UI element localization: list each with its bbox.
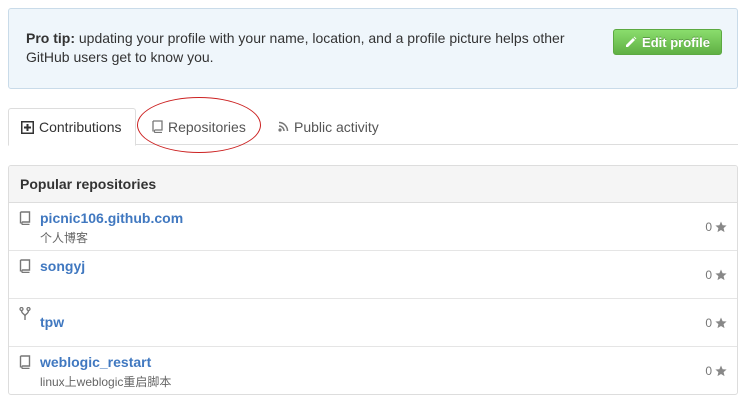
repo-description: linux上weblogic重启脚本 — [40, 375, 172, 389]
repo-stars: 0 — [705, 268, 727, 282]
repo-link[interactable]: picnic106.github.com — [40, 210, 183, 226]
popular-repositories-title: Popular repositories — [9, 166, 737, 203]
repo-row[interactable]: tpw 0 — [9, 299, 737, 347]
star-icon — [715, 221, 727, 233]
profile-tabs: Contributions Repositories Public activi… — [8, 108, 738, 146]
pencil-icon — [626, 36, 637, 47]
star-count: 0 — [705, 220, 712, 234]
tab-repositories-label: Repositories — [168, 118, 246, 135]
repo-row[interactable]: songyj 0 — [9, 251, 737, 299]
repo-icon — [19, 259, 31, 273]
pro-tip-label: Pro tip: — [26, 30, 75, 46]
repo-row[interactable]: weblogic_restart linux上weblogic重启脚本 0 — [9, 347, 737, 394]
rss-icon — [278, 121, 289, 132]
repo-stars: 0 — [705, 364, 727, 378]
tab-public-activity[interactable]: Public activity — [278, 108, 379, 145]
pro-tip-message: updating your profile with your name, lo… — [26, 30, 565, 65]
repo-icon — [19, 355, 31, 369]
tab-public-activity-label: Public activity — [294, 118, 379, 135]
repo-icon — [19, 211, 31, 225]
popular-repositories-panel: Popular repositories picnic106.github.co… — [8, 165, 738, 395]
repo-link[interactable]: songyj — [40, 258, 85, 274]
star-count: 0 — [705, 364, 712, 378]
fork-icon — [19, 307, 31, 320]
edit-profile-button[interactable]: Edit profile — [613, 29, 722, 55]
repo-stars: 0 — [705, 220, 727, 234]
star-icon — [715, 269, 727, 281]
repo-link[interactable]: tpw — [40, 314, 64, 330]
tab-repositories[interactable]: Repositories — [152, 108, 246, 145]
star-count: 0 — [705, 268, 712, 282]
tab-contributions[interactable]: Contributions — [8, 108, 136, 146]
repo-stars: 0 — [705, 316, 727, 330]
plus-square-icon — [21, 120, 34, 134]
repo-link[interactable]: weblogic_restart — [40, 354, 151, 370]
repo-row[interactable]: picnic106.github.com 个人博客 0 — [9, 203, 737, 251]
repo-description: 个人博客 — [40, 231, 89, 245]
pro-tip-banner: Pro tip: updating your profile with your… — [8, 8, 738, 89]
edit-profile-label: Edit profile — [642, 34, 710, 50]
pro-tip-text: Pro tip: updating your profile with your… — [26, 29, 596, 67]
tab-contributions-label: Contributions — [39, 119, 122, 135]
star-icon — [715, 317, 727, 329]
star-icon — [715, 365, 727, 377]
repo-icon — [152, 120, 163, 133]
star-count: 0 — [705, 316, 712, 330]
